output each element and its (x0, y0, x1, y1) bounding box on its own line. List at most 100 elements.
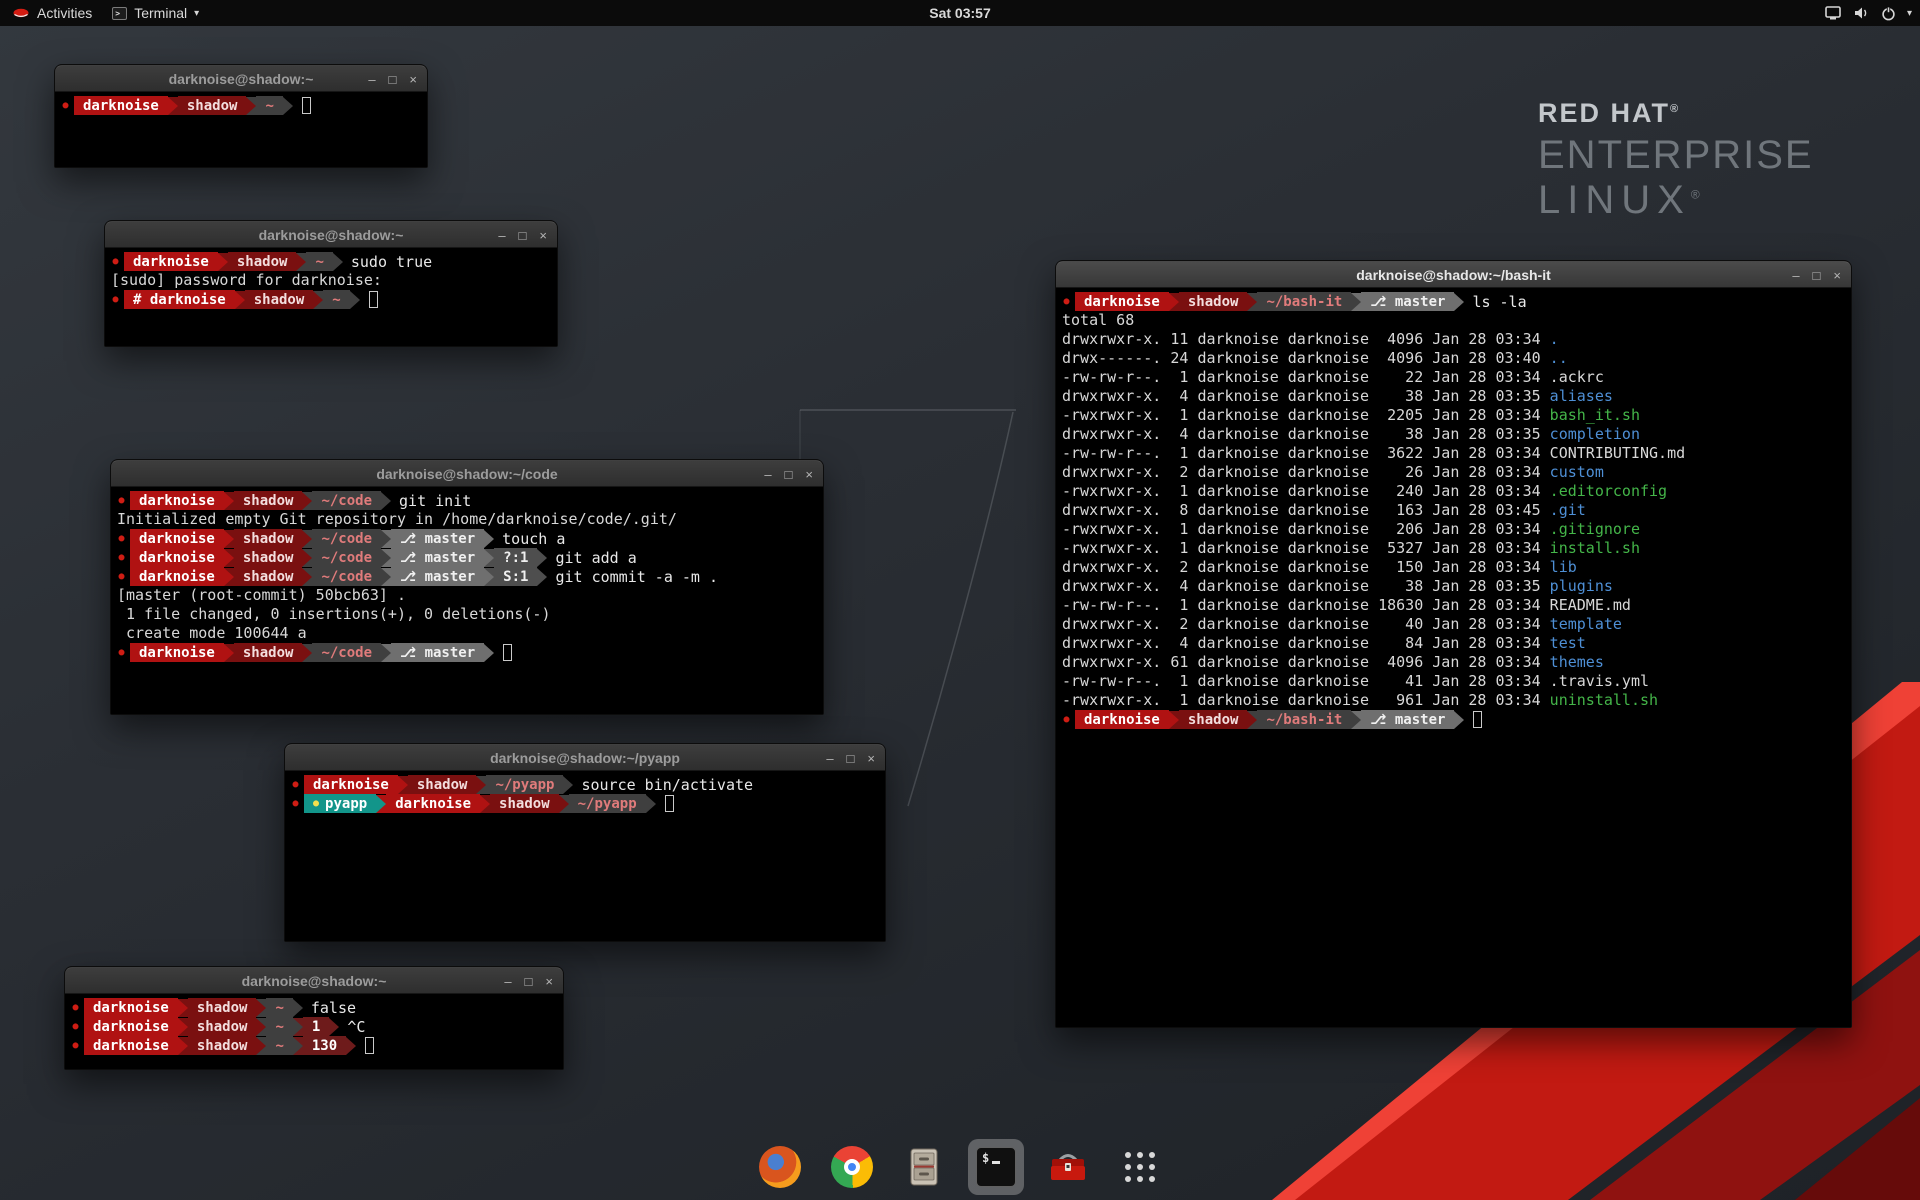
window-maximize-button[interactable]: □ (519, 228, 527, 243)
terminal-prompt-line: ●darknoiseshadow~/code⎇ master?:1git add… (113, 548, 821, 567)
command-text: ^C (347, 1018, 365, 1036)
terminal-content[interactable]: ●darknoiseshadow~/codegit initInitialize… (111, 488, 823, 714)
prompt-segment-host: shadow (234, 529, 303, 548)
powerline-arrow (333, 253, 343, 271)
terminal-output-line: drwxrwxr-x. 2 darknoise darknoise 26 Jan… (1058, 463, 1849, 482)
terminal-output-line: create mode 100644 a (113, 624, 821, 643)
window-titlebar[interactable]: darknoise@shadow:~/bash-it–□× (1056, 261, 1851, 288)
prompt-segment-exit: 130 (303, 1036, 346, 1055)
redhat-prompt-icon: ● (113, 495, 130, 506)
window-maximize-button[interactable]: □ (389, 72, 397, 87)
redhat-prompt-icon: ● (107, 256, 124, 267)
terminal-window-home-sudo[interactable]: darknoise@shadow:~–□×●darknoiseshadow~su… (104, 220, 558, 347)
powerline-arrow (224, 492, 234, 510)
window-minimize-button[interactable]: – (826, 751, 833, 766)
powerline-arrow (313, 291, 323, 309)
dock-item-app-grid[interactable] (1112, 1139, 1168, 1195)
terminal-window-home-exit[interactable]: darknoise@shadow:~–□×●darknoiseshadow~fa… (64, 966, 564, 1070)
terminal-cursor (369, 291, 378, 308)
terminal-window-bash-it[interactable]: darknoise@shadow:~/bash-it–□×●darknoises… (1055, 260, 1852, 1028)
window-minimize-button[interactable]: – (504, 974, 511, 989)
prompt-segment-path: ~/code (312, 643, 381, 662)
output-text: -rw-rw-r--. 1 darknoise darknoise 41 Jan… (1062, 672, 1550, 690)
output-text: -rw-rw-r--. 1 darknoise darknoise 18630 … (1062, 596, 1550, 614)
window-minimize-button[interactable]: – (1792, 268, 1799, 283)
command-text: git commit -a -m . (555, 568, 718, 586)
output-text: drwxrwxr-x. 61 darknoise darknoise 4096 … (1062, 653, 1550, 671)
prompt-segment-host: shadow (188, 1017, 257, 1036)
window-close-button[interactable]: × (805, 467, 813, 482)
redhat-prompt-icon: ● (67, 1040, 84, 1051)
window-titlebar[interactable]: darknoise@shadow:~–□× (105, 221, 557, 248)
powerline-arrow (1169, 711, 1179, 729)
output-text: template (1550, 615, 1622, 633)
clock[interactable]: Sat 03:57 (929, 5, 990, 21)
powerline-arrow (376, 795, 386, 813)
window-minimize-button[interactable]: – (368, 72, 375, 87)
window-titlebar[interactable]: darknoise@shadow:~/code–□× (111, 460, 823, 487)
powerline-arrow (1454, 711, 1464, 729)
redhat-prompt-icon: ● (113, 533, 130, 544)
powerline-arrow (178, 1018, 188, 1036)
activities-label: Activities (37, 5, 92, 21)
prompt-segment-git: ⎇ master (1361, 292, 1454, 311)
output-text: -rw-rw-r--. 1 darknoise darknoise 3622 J… (1062, 444, 1550, 462)
output-text: [sudo] password for darknoise: (111, 271, 391, 289)
dock-item-toolbox[interactable] (1040, 1139, 1096, 1195)
window-maximize-button[interactable]: □ (1813, 268, 1821, 283)
top-panel: Activities > Terminal ▾ Sat 03:57 (0, 0, 1920, 26)
window-maximize-button[interactable]: □ (785, 467, 793, 482)
window-titlebar[interactable]: darknoise@shadow:~–□× (65, 967, 563, 994)
terminal-window-code[interactable]: darknoise@shadow:~/code–□×●darknoiseshad… (110, 459, 824, 715)
command-text: false (311, 999, 356, 1017)
activities-button[interactable]: Activities (8, 0, 96, 26)
window-minimize-button[interactable]: – (764, 467, 771, 482)
powerline-arrow (480, 795, 490, 813)
terminal-content[interactable]: ●darknoiseshadow~/pyappsource bin/activa… (285, 772, 885, 941)
terminal-output-line: drwxrwxr-x. 4 darknoise darknoise 38 Jan… (1058, 425, 1849, 444)
prompt-segment-path: ~ (256, 96, 282, 115)
powerline-arrow (1169, 293, 1179, 311)
powerline-arrow (329, 1018, 339, 1036)
terminal-window-home-small[interactable]: darknoise@shadow:~–□×●darknoiseshadow~ (54, 64, 428, 168)
window-close-button[interactable]: × (409, 72, 417, 87)
window-maximize-button[interactable]: □ (525, 974, 533, 989)
chrome-icon (831, 1146, 873, 1188)
redhat-prompt-icon: ● (107, 294, 124, 305)
terminal-output-line: [sudo] password for darknoise: (107, 271, 555, 290)
app-menu-terminal[interactable]: > Terminal ▾ (106, 0, 205, 26)
terminal-content[interactable]: ●darknoiseshadow~ (55, 93, 427, 167)
window-close-button[interactable]: × (539, 228, 547, 243)
output-text: lib (1550, 558, 1577, 576)
dock-item-chrome[interactable] (824, 1139, 880, 1195)
window-close-button[interactable]: × (867, 751, 875, 766)
redhat-prompt-icon: ● (67, 1002, 84, 1013)
powerline-arrow (484, 568, 494, 586)
window-controls: –□ × (368, 66, 417, 93)
output-text: create mode 100644 a (117, 624, 307, 642)
system-status-area[interactable]: ▾ (1825, 0, 1912, 26)
app-menu-label: Terminal (134, 5, 187, 21)
prompt-segment-path: ~ (266, 1036, 292, 1055)
window-minimize-button[interactable]: – (498, 228, 505, 243)
terminal-content[interactable]: ●darknoiseshadow~false●darknoiseshadow~1… (65, 995, 563, 1069)
toolbox-icon (1047, 1146, 1089, 1188)
window-maximize-button[interactable]: □ (847, 751, 855, 766)
prompt-segment-path: ~/pyapp (486, 775, 563, 794)
output-text: drwxrwxr-x. 8 darknoise darknoise 163 Ja… (1062, 501, 1550, 519)
prompt-segment-user: darknoise (304, 775, 398, 794)
window-close-button[interactable]: × (1833, 268, 1841, 283)
output-text: completion (1550, 425, 1640, 443)
window-close-button[interactable]: × (545, 974, 553, 989)
prompt-segment-host: shadow (1179, 292, 1248, 311)
dock-item-terminal[interactable]: $ (968, 1139, 1024, 1195)
terminal-window-pyapp[interactable]: darknoise@shadow:~/pyapp–□×●darknoisesha… (284, 743, 886, 942)
redhat-prompt-icon: ● (287, 798, 304, 809)
prompt-segment-path: ~/pyapp (569, 794, 646, 813)
window-titlebar[interactable]: darknoise@shadow:~/pyapp–□× (285, 744, 885, 771)
window-titlebar[interactable]: darknoise@shadow:~–□× (55, 65, 427, 92)
dock-item-firefox[interactable] (752, 1139, 808, 1195)
terminal-content[interactable]: ●darknoiseshadow~/bash-it⎇ masterls -lat… (1056, 289, 1851, 1027)
dock-item-files[interactable] (896, 1139, 952, 1195)
terminal-content[interactable]: ●darknoiseshadow~sudo true[sudo] passwor… (105, 249, 557, 346)
